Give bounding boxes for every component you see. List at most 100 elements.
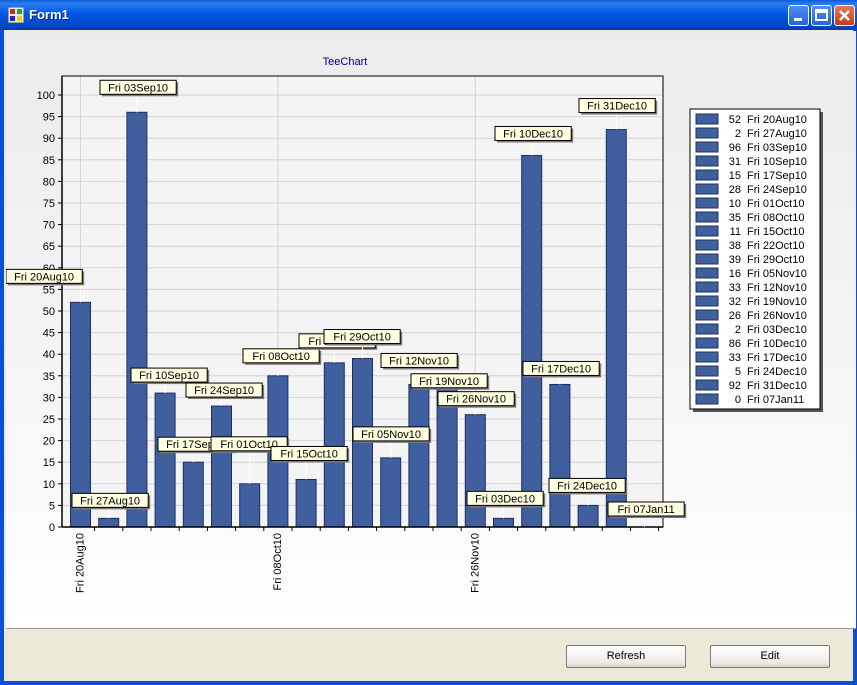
legend-value: 5 xyxy=(735,366,741,378)
y-tick-label: 90 xyxy=(43,133,55,145)
legend-swatch xyxy=(695,113,719,125)
y-tick-label: 5 xyxy=(49,500,55,512)
x-tick-label: Fri 20Aug10 xyxy=(75,533,87,593)
y-tick-label: 25 xyxy=(43,414,55,426)
legend-swatch xyxy=(695,253,719,265)
legend-value: 39 xyxy=(729,254,741,266)
legend-swatch xyxy=(695,183,719,195)
legend: 52 Fri 20Aug102 Fri 27Aug1096 Fri 03Sep1031… xyxy=(689,108,823,412)
y-tick-label: 95 xyxy=(43,112,55,124)
x-tick-label: Fri 26Nov10 xyxy=(469,533,481,593)
y-tick-label: 35 xyxy=(43,371,55,383)
y-tick-label: 10 xyxy=(43,479,55,491)
legend-label: Fri 03Dec10 xyxy=(747,324,807,336)
window-frame-left xyxy=(0,30,4,685)
bar-label: Fri 19Nov10 xyxy=(419,376,479,388)
bar xyxy=(521,154,543,528)
y-tick-label: 55 xyxy=(43,284,55,296)
bar xyxy=(239,483,261,528)
legend-label: Fri 31Dec10 xyxy=(747,380,807,392)
legend-value: 86 xyxy=(729,338,741,350)
bar-label: Fri 10Dec10 xyxy=(503,128,563,140)
legend-label: Fri 22Oct10 xyxy=(747,240,804,252)
maximize-button[interactable] xyxy=(811,5,832,26)
legend-label: Fri 27Aug10 xyxy=(747,128,807,140)
legend-swatch xyxy=(695,211,719,223)
legend-label: Fri 19Nov10 xyxy=(747,296,807,308)
teechart-panel[interactable]: TeeChart 0 5 10 15 20 25 30 35 40 45 50 55 60 65 70 75 8… xyxy=(5,31,856,629)
refresh-button[interactable]: Refresh xyxy=(566,645,686,668)
legend-label: Fri 24Dec10 xyxy=(747,366,807,378)
bar-label: Fri 27Aug10 xyxy=(80,495,140,507)
legend-value: 11 xyxy=(730,226,741,238)
bar-label: Fri 17Dec10 xyxy=(531,363,591,375)
legend-value: 0 xyxy=(735,394,741,406)
legend-label: Fri 20Aug10 xyxy=(747,114,807,126)
bar xyxy=(126,111,148,528)
legend-label: Fri 24Sep10 xyxy=(747,184,807,196)
y-tick-label: 40 xyxy=(43,349,55,361)
bar-label: Fri 08Oct10 xyxy=(252,351,309,363)
bar xyxy=(464,414,486,528)
y-tick-label: 45 xyxy=(43,328,55,340)
bar xyxy=(577,504,599,528)
bar xyxy=(408,383,430,528)
edit-button[interactable]: Edit xyxy=(710,645,830,668)
legend-value: 28 xyxy=(729,184,741,196)
bar-label: Fri 31Dec10 xyxy=(587,101,647,113)
legend-value: 35 xyxy=(729,212,741,224)
chart-title: TeeChart xyxy=(323,56,368,68)
legend-value: 31 xyxy=(729,156,741,168)
y-tick-label: 65 xyxy=(43,241,55,253)
legend-swatch xyxy=(695,351,719,363)
bar xyxy=(436,388,458,528)
title-bar[interactable]: Form1 xyxy=(0,0,857,30)
bar-chart: TeeChart 0510152025303540455055606570758… xyxy=(5,56,823,593)
bar xyxy=(605,129,627,528)
bar-label: Fri 10Sep10 xyxy=(139,370,199,382)
y-tick-label: 30 xyxy=(43,392,55,404)
legend-value: 15 xyxy=(729,170,741,182)
maximize-icon xyxy=(815,9,828,21)
legend-label: Fri 26Nov10 xyxy=(747,310,807,322)
bar-label: Fri 03Sep10 xyxy=(108,82,168,94)
minimize-button[interactable] xyxy=(788,5,809,26)
bar-label: Fri 24Dec10 xyxy=(557,480,617,492)
legend-value: 26 xyxy=(729,310,741,322)
bar xyxy=(549,383,571,528)
window-frame-bottom xyxy=(0,681,857,685)
legend-label: Fri 12Nov10 xyxy=(747,282,807,294)
legend-swatch xyxy=(695,127,719,139)
legend-value: 32 xyxy=(729,296,741,308)
legend-swatch xyxy=(695,295,719,307)
legend-label: Fri 17Dec10 xyxy=(747,352,807,364)
legend-label: Fri 15Oct10 xyxy=(747,226,804,238)
close-button[interactable] xyxy=(834,5,855,26)
legend-swatch xyxy=(695,141,719,153)
legend-value: 2 xyxy=(735,324,741,336)
legend-label: Fri 10Dec10 xyxy=(747,338,807,350)
bar xyxy=(380,457,402,528)
legend-value: 2 xyxy=(735,128,741,140)
bar xyxy=(295,478,317,528)
bar xyxy=(182,461,204,528)
y-tick-label: 0 xyxy=(49,522,55,534)
window-title: Form1 xyxy=(29,7,69,22)
y-tick-label: 80 xyxy=(43,176,55,188)
legend-label: Fri 01Oct10 xyxy=(747,198,804,210)
legend-swatch xyxy=(695,323,719,335)
y-tick-label: 50 xyxy=(43,306,55,318)
x-tick-label: Fri 08Oct10 xyxy=(272,533,284,590)
bar xyxy=(323,362,345,528)
bar-label: Fri 05Nov10 xyxy=(361,429,421,441)
bar-label: Fri 29Oct10 xyxy=(333,332,390,344)
legend-label: Fri 17Sep10 xyxy=(747,170,807,182)
legend-swatch xyxy=(695,309,719,321)
legend-label: Fri 29Oct10 xyxy=(747,254,804,266)
bar-label: Fri 12Nov10 xyxy=(389,355,449,367)
y-tick-label: 85 xyxy=(43,155,55,167)
y-tick-label: 100 xyxy=(37,90,55,102)
legend-swatch xyxy=(695,169,719,181)
legend-label: Fri 03Sep10 xyxy=(747,142,807,154)
bar-label: Fri 26Nov10 xyxy=(446,394,506,406)
